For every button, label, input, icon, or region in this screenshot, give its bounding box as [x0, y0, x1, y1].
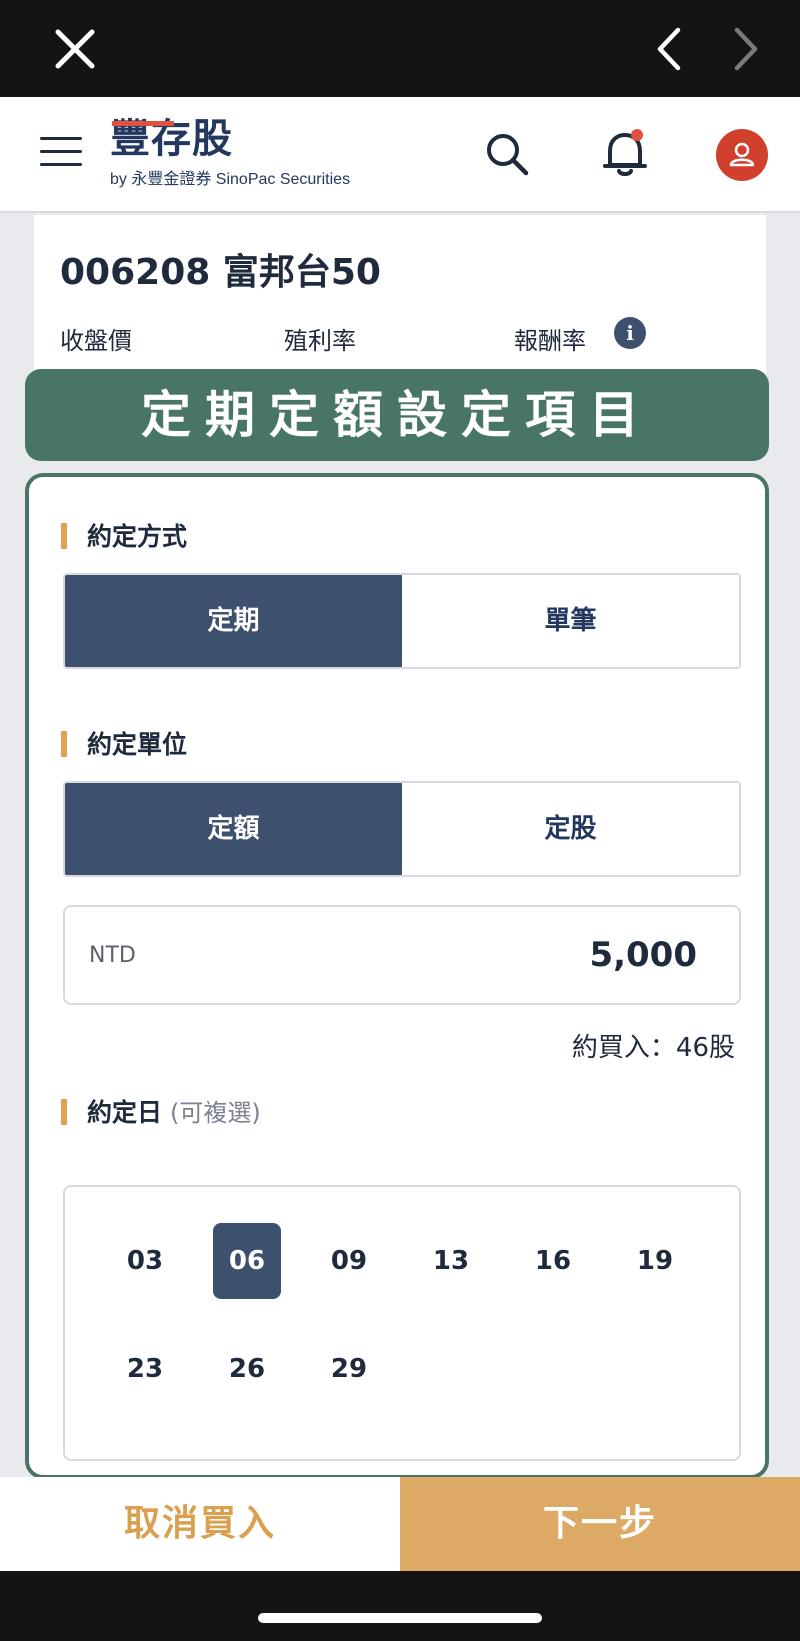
day-option[interactable]: 29 [315, 1331, 383, 1407]
amount-field[interactable]: NTD 5,000 [63, 905, 741, 1005]
method-selector: 定期 單筆 [63, 573, 741, 669]
day-option[interactable]: 16 [519, 1223, 587, 1299]
day-picker: 03 06 09 13 16 19 23 26 29 [63, 1185, 741, 1461]
day-option[interactable]: 13 [417, 1223, 485, 1299]
day-option[interactable]: 03 [111, 1223, 179, 1299]
day-section-title: 約定日 (可複選) [61, 1093, 261, 1129]
system-bottom-bar [0, 1571, 800, 1641]
unit-selector: 定額 定股 [63, 781, 741, 877]
section-marker [61, 523, 67, 549]
amount-value[interactable]: 5,000 [589, 935, 697, 975]
browser-top-bar [0, 0, 800, 97]
method-section-title: 約定方式 [61, 517, 187, 553]
multi-select-hint: (可複選) [170, 1099, 261, 1127]
day-option[interactable]: 09 [315, 1223, 383, 1299]
approx-shares-text: 約買入：46股 [571, 1033, 735, 1063]
day-option[interactable]: 26 [213, 1331, 281, 1407]
chevron-right-icon[interactable] [725, 24, 765, 74]
user-icon [729, 142, 755, 167]
home-indicator[interactable] [258, 1613, 542, 1623]
stat-yield-label: 殖利率 [284, 327, 356, 355]
section-marker [61, 731, 67, 757]
user-avatar[interactable] [716, 129, 768, 181]
method-option-single[interactable]: 單筆 [402, 575, 739, 667]
currency-label: NTD [89, 943, 136, 968]
day-option[interactable]: 23 [111, 1331, 179, 1407]
settings-banner: 定期定額設定項目 [25, 369, 769, 461]
unit-section-title: 約定單位 [61, 725, 187, 761]
app-header: 豐存股 by 永豐金證券 SinoPac Securities [0, 97, 800, 213]
brand-name: 豐存股 [110, 116, 233, 162]
footer-actions: 取消買入 下一步 [0, 1477, 800, 1571]
brand-subtitle: by 永豐金證券 SinoPac Securities [110, 171, 351, 188]
info-icon[interactable]: i [614, 317, 646, 349]
unit-option-shares[interactable]: 定股 [402, 783, 739, 875]
next-step-button[interactable]: 下一步 [400, 1477, 800, 1571]
search-icon[interactable] [484, 131, 530, 177]
hamburger-menu-icon[interactable] [40, 137, 82, 171]
stock-info-card: 006208 富邦台50 收盤價 殖利率 報酬率 i [34, 215, 766, 375]
day-option[interactable]: 19 [621, 1223, 689, 1299]
chevron-left-icon[interactable] [650, 24, 690, 74]
notification-bell-icon[interactable] [600, 127, 650, 179]
settings-panel: 約定方式 定期 單筆 約定單位 定額 定股 NTD 5,000 約買入：46股 … [25, 473, 769, 1479]
stat-close-price-label: 收盤價 [60, 327, 132, 355]
stock-title: 006208 富邦台50 [60, 252, 381, 293]
method-option-periodic[interactable]: 定期 [65, 575, 402, 667]
close-icon[interactable] [52, 26, 98, 72]
day-option[interactable]: 06 [213, 1223, 281, 1299]
cancel-purchase-button[interactable]: 取消買入 [0, 1477, 400, 1571]
stat-return-label: 報酬率 [514, 327, 586, 355]
section-marker [61, 1099, 67, 1125]
unit-option-amount[interactable]: 定額 [65, 783, 402, 875]
brand-logo[interactable]: 豐存股 by 永豐金證券 SinoPac Securities [110, 115, 350, 189]
